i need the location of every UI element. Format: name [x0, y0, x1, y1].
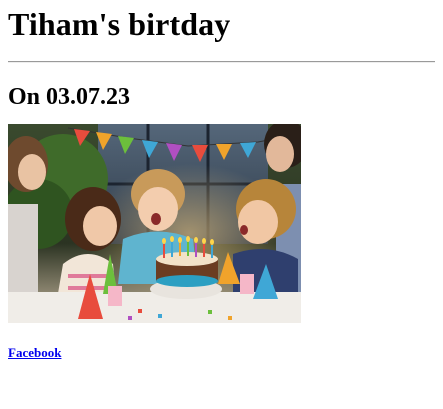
date-heading: On 03.07.23 — [8, 84, 131, 110]
page-title: Tiham's birtday — [8, 6, 231, 42]
birthday-photo — [8, 124, 301, 323]
divider — [8, 61, 435, 63]
page-content: Tiham's birtday On 03.07.23 Facebook — [0, 0, 443, 362]
facebook-link[interactable]: Facebook — [8, 345, 61, 360]
social-links: Facebook — [8, 344, 435, 362]
